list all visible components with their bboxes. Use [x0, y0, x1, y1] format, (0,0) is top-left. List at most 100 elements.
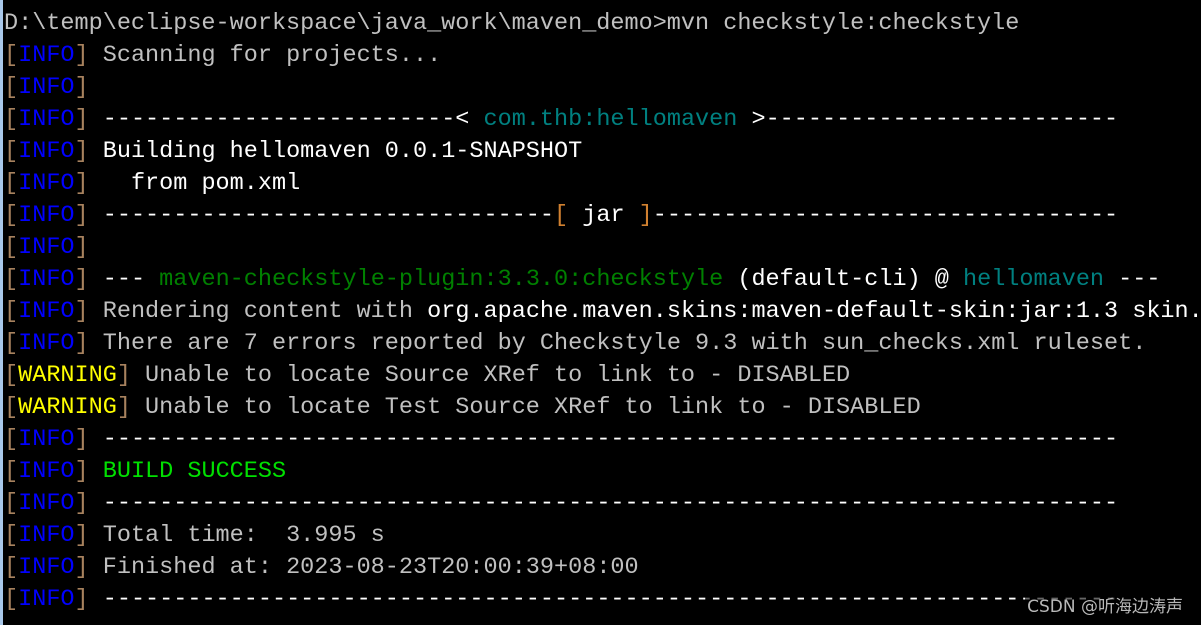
- window-left-border: [0, 0, 3, 625]
- terminal-line: [INFO] from pom.xml: [4, 168, 1201, 200]
- log-level: INFO: [18, 74, 75, 101]
- log-text: BUILD SUCCESS: [102, 458, 287, 485]
- log-level: WARNING: [18, 394, 117, 421]
- terminal-line: [INFO] --------------------------------[…: [4, 200, 1201, 232]
- log-text: Scanning for projects...: [88, 42, 442, 69]
- terminal-line: [INFO] ---------------------------------…: [4, 424, 1201, 456]
- terminal-line: [WARNING] Unable to locate Source XRef t…: [4, 360, 1201, 392]
- log-text: [: [4, 138, 19, 165]
- log-text: -------------------------<: [88, 106, 484, 133]
- log-text: ]: [116, 362, 131, 389]
- log-level: INFO: [18, 298, 75, 325]
- log-text: ]: [74, 74, 89, 101]
- log-level: INFO: [18, 426, 75, 453]
- log-text: ]: [74, 458, 89, 485]
- terminal-line: [INFO] Scanning for projects...: [4, 40, 1201, 72]
- log-text: ]: [74, 106, 89, 133]
- terminal-line: D:\temp\eclipse-workspace\java_work\mave…: [4, 8, 1201, 40]
- terminal-line: [WARNING] Unable to locate Test Source X…: [4, 392, 1201, 424]
- log-text: ----------------------------------------…: [88, 490, 1119, 517]
- log-text: maven-checkstyle-plugin:3.3.0:checkstyle: [159, 266, 724, 293]
- log-level: INFO: [18, 554, 75, 581]
- log-level: INFO: [18, 234, 75, 261]
- log-text: ]: [74, 138, 89, 165]
- log-text: com.thb:hellomaven: [483, 106, 738, 133]
- log-text: ----------------------------------------…: [88, 426, 1119, 453]
- terminal-line: [INFO] Finished at: 2023-08-23T20:00:39+…: [4, 552, 1201, 584]
- log-text: ---------------------------------: [652, 202, 1119, 229]
- log-level: INFO: [18, 330, 75, 357]
- log-text: ]: [74, 490, 89, 517]
- log-text: ]: [624, 202, 653, 229]
- log-text: [: [4, 234, 19, 261]
- log-text: ]: [74, 170, 89, 197]
- log-text: ]: [74, 298, 89, 325]
- log-text: [: [4, 170, 19, 197]
- log-text: ]: [74, 266, 89, 293]
- log-text: [: [4, 298, 19, 325]
- terminal-line: [INFO] ---------------------------------…: [4, 584, 1201, 616]
- log-text: ]: [74, 522, 89, 549]
- log-text: [: [4, 106, 19, 133]
- terminal-line: [INFO]: [4, 232, 1201, 264]
- log-level: INFO: [18, 266, 75, 293]
- log-text: --------------------------------: [88, 202, 555, 229]
- terminal-line: [INFO] --- maven-checkstyle-plugin:3.3.0…: [4, 264, 1201, 296]
- log-text: [: [554, 202, 583, 229]
- log-level: INFO: [18, 458, 75, 485]
- log-text: ]: [116, 394, 131, 421]
- terminal-line: [INFO] Building hellomaven 0.0.1-SNAPSHO…: [4, 136, 1201, 168]
- log-text: ----------------------------------------…: [88, 586, 1119, 613]
- log-text: [: [4, 458, 19, 485]
- log-text: ]: [74, 554, 89, 581]
- log-text: Unable to locate Source XRef to link to …: [130, 362, 851, 389]
- terminal-line: [INFO] ---------------------------------…: [4, 488, 1201, 520]
- log-text: ---: [88, 266, 160, 293]
- log-text: [: [4, 394, 19, 421]
- log-text: [: [4, 266, 19, 293]
- log-text: [: [4, 586, 19, 613]
- log-text: (default-cli) @: [723, 266, 963, 293]
- log-text: [: [4, 522, 19, 549]
- log-level: INFO: [18, 202, 75, 229]
- log-text: There are 7 errors reported by Checkstyl…: [88, 330, 1147, 357]
- log-text: [: [4, 554, 19, 581]
- log-level: INFO: [18, 170, 75, 197]
- log-text: Unable to locate Test Source XRef to lin…: [130, 394, 921, 421]
- log-text: ]: [74, 42, 89, 69]
- log-text: ]: [74, 202, 89, 229]
- log-text: [: [4, 426, 19, 453]
- terminal-line: [INFO] BUILD SUCCESS: [4, 456, 1201, 488]
- log-level: INFO: [18, 138, 75, 165]
- log-text: ]: [74, 234, 89, 261]
- watermark: CSDN @听海边涛声: [1025, 592, 1185, 617]
- terminal-line: [INFO] There are 7 errors reported by Ch…: [4, 328, 1201, 360]
- log-text: D:\temp\eclipse-workspace\java_work\mave…: [4, 10, 1020, 37]
- log-text: hellomaven: [963, 266, 1105, 293]
- log-text: Building hellomaven 0.0.1-SNAPSHOT: [88, 138, 583, 165]
- log-text: ]: [74, 586, 89, 613]
- log-level: INFO: [18, 42, 75, 69]
- log-text: Total time: 3.995 s: [88, 522, 385, 549]
- log-text: ---: [1104, 266, 1161, 293]
- terminal-line: [INFO] Rendering content with org.apache…: [4, 296, 1201, 328]
- log-text: >-------------------------: [737, 106, 1119, 133]
- terminal-line: [INFO] -------------------------< com.th…: [4, 104, 1201, 136]
- terminal-line: [INFO]: [4, 72, 1201, 104]
- terminal-line: [INFO] Total time: 3.995 s: [4, 520, 1201, 552]
- log-text: org.apache.maven.skins:maven-default-ski…: [427, 298, 1201, 325]
- log-text: ]: [74, 426, 89, 453]
- log-text: [: [4, 362, 19, 389]
- log-level: INFO: [18, 490, 75, 517]
- log-text: [: [4, 42, 19, 69]
- log-level: WARNING: [18, 362, 117, 389]
- terminal-output[interactable]: D:\temp\eclipse-workspace\java_work\mave…: [4, 8, 1201, 616]
- log-text: jar: [582, 202, 625, 229]
- log-text: from pom.xml: [88, 170, 301, 197]
- log-level: INFO: [18, 586, 75, 613]
- log-text: [: [4, 490, 19, 517]
- log-level: INFO: [18, 106, 75, 133]
- log-text: Rendering content with: [88, 298, 428, 325]
- log-text: [: [4, 74, 19, 101]
